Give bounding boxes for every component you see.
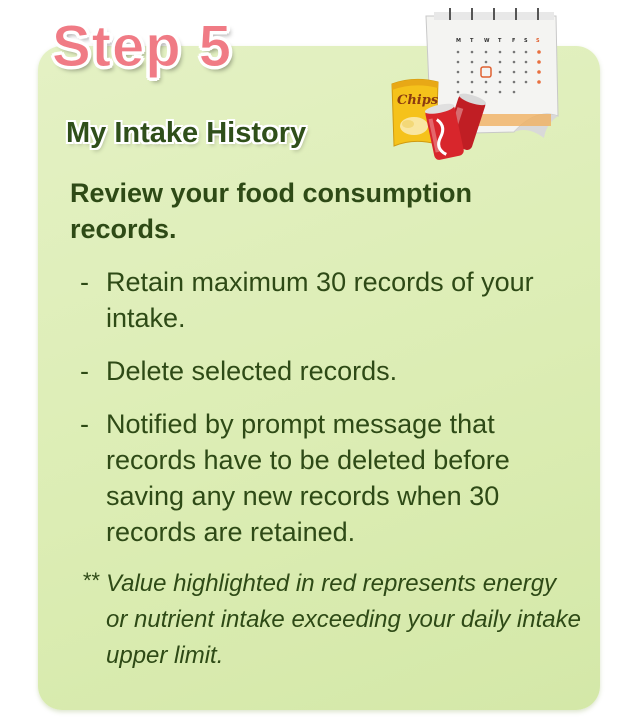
svg-text:S: S — [524, 38, 528, 44]
bullet-dash: - — [80, 356, 89, 386]
svg-text:T: T — [470, 38, 474, 44]
chips-label: Chips — [397, 93, 439, 108]
list-item-text: Delete selected records. — [106, 356, 398, 386]
intake-history-illustration: M T W T F S S Chips — [391, 8, 559, 160]
bullet-dash: - — [80, 267, 89, 297]
list-item-text: Retain maximum 30 records of your intake… — [106, 267, 534, 333]
intro-text: Review your food consumption records. — [70, 178, 473, 244]
svg-text:M: M — [456, 38, 461, 44]
list-item: - Delete selected records. — [80, 353, 580, 389]
svg-text:F: F — [512, 38, 515, 44]
footnote-text: Value highlighted in red represents ener… — [106, 570, 581, 669]
svg-text:T: T — [498, 38, 502, 44]
bullet-dash: - — [80, 409, 89, 439]
list-item: - Retain maximum 30 records of your inta… — [80, 264, 580, 336]
section-subtitle: My Intake History — [66, 117, 307, 149]
list-item: - Notified by prompt message that record… — [80, 406, 580, 550]
svg-text:S: S — [536, 38, 540, 44]
footnote: ** Value highlighted in red represents e… — [82, 566, 582, 674]
svg-text:W: W — [484, 38, 490, 44]
list-item-text: Notified by prompt message that records … — [106, 409, 510, 547]
step-title: Step 5 — [51, 14, 233, 79]
footnote-marker: ** — [82, 568, 100, 593]
feature-list: - Retain maximum 30 records of your inta… — [80, 264, 580, 567]
